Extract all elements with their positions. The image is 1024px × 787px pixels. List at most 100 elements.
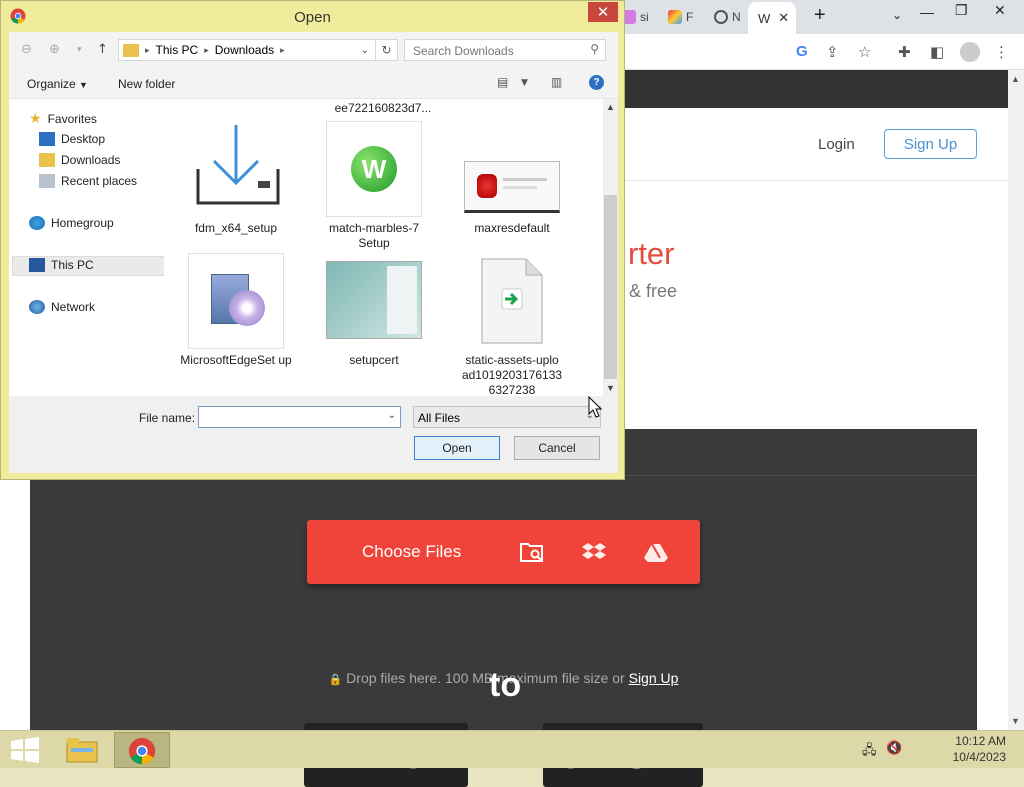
nav-label: Desktop: [61, 132, 106, 146]
nav-homegroup[interactable]: Homegroup: [29, 216, 114, 230]
scroll-down-icon[interactable]: ▼: [606, 383, 615, 393]
volume-muted-icon[interactable]: 🔇: [886, 741, 902, 756]
generic-file-icon: [481, 258, 543, 344]
homegroup-icon: [29, 216, 45, 230]
file-name: setupcert: [349, 353, 399, 367]
address-path[interactable]: ▸ This PC ▸ Downloads ▸ ⌄: [118, 39, 376, 61]
nav-downloads[interactable]: Downloads: [39, 153, 120, 167]
file-name: match-marbles-7 Setup: [328, 221, 420, 250]
search-input[interactable]: Search Downloads ⚲: [404, 39, 606, 61]
login-link[interactable]: Login: [818, 136, 855, 153]
restore-button[interactable]: ❐: [955, 2, 968, 19]
extensions-puzzle-icon[interactable]: ✚: [898, 43, 911, 61]
new-folder-button[interactable]: New folder: [118, 77, 175, 91]
refresh-button[interactable]: ↻: [375, 39, 398, 61]
change-view-icon[interactable]: ▤: [497, 75, 508, 89]
file-type-select[interactable]: All Files ⌄: [413, 406, 601, 428]
recent-dropdown-icon[interactable]: ▾: [77, 45, 82, 55]
side-panel-icon[interactable]: ◧: [930, 43, 944, 61]
file-name-input[interactable]: ⌄: [198, 406, 401, 428]
breadcrumb-this-pc[interactable]: This PC: [156, 43, 199, 57]
back-arrow-icon[interactable]: ⊖: [21, 42, 32, 57]
tab-3[interactable]: N: [714, 6, 741, 28]
windows-start-icon[interactable]: [8, 736, 42, 764]
page-scrollbar[interactable]: ▲ ▼: [1008, 70, 1024, 730]
dropbox-icon[interactable]: [581, 542, 607, 562]
tab-1[interactable]: si: [622, 6, 649, 28]
close-window-button[interactable]: ✕: [994, 2, 1006, 19]
nav-label: This PC: [51, 258, 94, 272]
chevron-down-icon[interactable]: ⌄: [388, 410, 396, 421]
help-icon[interactable]: ?: [589, 75, 604, 90]
downloads-folder-icon: [39, 153, 55, 167]
google-lens-icon[interactable]: G: [796, 43, 808, 60]
clock-date: 10/4/2023: [952, 750, 1006, 764]
nav-label: Favorites: [47, 112, 97, 126]
scroll-down-icon[interactable]: ▼: [1011, 716, 1020, 726]
to-word: to: [489, 666, 522, 704]
organize-menu[interactable]: Organize ▼: [27, 77, 88, 91]
tab-favicon: [668, 10, 682, 24]
nav-desktop[interactable]: Desktop: [39, 132, 105, 146]
partial-file-label[interactable]: ee722160823d7...: [328, 101, 438, 116]
cancel-button[interactable]: Cancel: [514, 436, 600, 460]
new-tab-button[interactable]: +: [814, 4, 826, 27]
nav-label: Downloads: [61, 153, 121, 167]
nav-recent-places[interactable]: Recent places: [39, 174, 137, 188]
page-heading: rter: [628, 236, 675, 271]
up-arrow-icon[interactable]: ↑: [97, 42, 108, 57]
chevron-right-icon: ▸: [280, 44, 285, 55]
nav-label: Network: [51, 300, 96, 314]
google-drive-icon[interactable]: [644, 543, 668, 563]
desktop-icon: [39, 132, 55, 146]
nav-favorites[interactable]: ★ Favorites: [29, 111, 97, 127]
choose-files-button[interactable]: Choose Files: [307, 520, 700, 584]
open-dialog: Open ✕ ⊖ ⊕ ▾ ↑ ▸ This PC ▸ Downloads ▸ ⌄…: [0, 0, 625, 480]
view-dropdown-icon[interactable]: ▼: [521, 78, 528, 88]
forward-arrow-icon[interactable]: ⊕: [49, 42, 60, 57]
dialog-close-button[interactable]: ✕: [588, 2, 618, 22]
setupcert-thumbnail: [326, 261, 422, 339]
lock-icon: 🔒: [328, 673, 343, 686]
taskbar-chrome[interactable]: [114, 732, 170, 768]
file-name: MicrosoftEdgeSet up: [180, 353, 292, 367]
signup-button[interactable]: Sign Up: [884, 129, 977, 159]
path-dropdown-icon[interactable]: ⌄: [361, 45, 369, 56]
tab-search-chevron-icon[interactable]: ⌄: [892, 8, 902, 22]
nav-network[interactable]: Network: [29, 300, 95, 314]
file-type-value: All Files: [418, 411, 461, 425]
navigation-pane: ★ Favorites Desktop Downloads Recent pla…: [9, 99, 166, 396]
folder-search-icon[interactable]: [520, 541, 544, 563]
menu-kebab-icon[interactable]: ⋮: [994, 43, 1009, 61]
taskbar-file-explorer[interactable]: [56, 732, 112, 768]
drop-signup-link[interactable]: Sign Up: [629, 670, 679, 686]
tab-active[interactable]: W ✕: [748, 2, 796, 34]
minimize-button[interactable]: —: [920, 4, 934, 20]
nav-this-pc[interactable]: This PC: [29, 258, 94, 272]
chrome-icon: [128, 737, 156, 765]
clock[interactable]: 10:12 AM 10/4/2023: [953, 733, 1006, 765]
preview-pane-icon[interactable]: ▥: [551, 75, 562, 89]
scroll-up-icon[interactable]: ▲: [606, 102, 615, 112]
chevron-right-icon: ▸: [145, 44, 150, 55]
nav-label: Homegroup: [51, 216, 114, 230]
bookmark-star-icon[interactable]: ☆: [858, 43, 871, 61]
image-thumbnail: [464, 161, 560, 213]
breadcrumb-downloads[interactable]: Downloads: [215, 43, 274, 57]
scroll-up-icon[interactable]: ▲: [1011, 74, 1020, 84]
tab-label: si: [640, 10, 649, 24]
folder-icon: [123, 43, 139, 57]
tab-close-icon[interactable]: ✕: [778, 10, 789, 26]
taskbar: 🖧 🔇 10:12 AM 10/4/2023: [0, 730, 1024, 768]
network-icon: [29, 300, 45, 314]
tab-2[interactable]: F: [668, 6, 693, 28]
dialog-titlebar[interactable]: Open ✕: [1, 1, 624, 31]
profile-avatar[interactable]: [960, 42, 980, 62]
open-button[interactable]: Open: [414, 436, 500, 460]
scrollbar-thumb[interactable]: [604, 195, 617, 379]
network-tray-icon[interactable]: 🖧: [862, 741, 877, 763]
computer-icon: [29, 258, 45, 272]
file-list-scrollbar[interactable]: ▲ ▼: [603, 99, 618, 396]
choose-files-label: Choose Files: [362, 542, 462, 561]
share-icon[interactable]: ⇪: [826, 43, 839, 61]
